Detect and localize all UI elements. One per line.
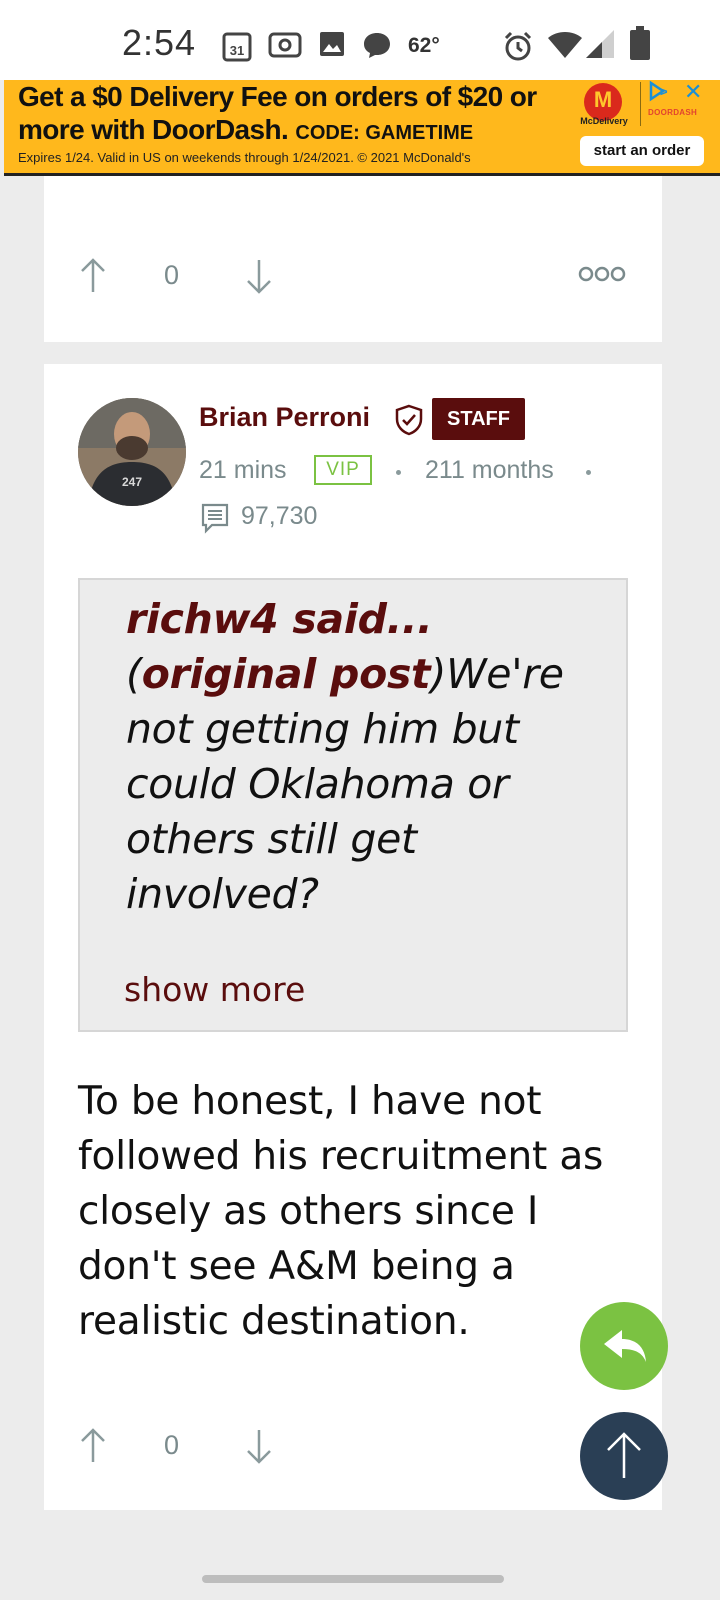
ad-fineprint: Expires 1/24. Valid in US on weekends th… <box>18 150 471 165</box>
svg-text:>: > <box>660 84 668 99</box>
more-options-icon[interactable] <box>578 264 626 284</box>
post-vote-row: 0 <box>44 1426 662 1466</box>
ad-divider <box>640 82 641 126</box>
status-temperature: 62° <box>408 34 440 57</box>
previous-post-card: 0 <box>44 176 662 342</box>
original-post-link[interactable]: original post <box>142 650 431 698</box>
wifi-icon <box>548 32 582 58</box>
ad-banner[interactable]: Get a $0 Delivery Fee on orders of $20 o… <box>4 80 720 176</box>
meta-separator-dot <box>586 470 591 475</box>
member-duration: 211 months <box>425 456 554 484</box>
calendar-day: 31 <box>230 43 244 58</box>
status-bar: 2:54 31 62° <box>0 0 720 80</box>
ad-promo-code: CODE: GAMETIME <box>295 122 474 144</box>
scroll-to-top-button[interactable] <box>580 1412 668 1500</box>
ad-mcdelivery-label: McDelivery <box>580 116 628 126</box>
svg-text:247: 247 <box>122 475 142 489</box>
ad-start-order-button[interactable]: start an order <box>580 136 704 166</box>
post-timestamp: 21 mins <box>199 456 287 484</box>
previous-post-vote-count: 0 <box>164 260 180 290</box>
arrow-up-icon <box>607 1432 641 1478</box>
author-name[interactable]: Brian Perroni <box>199 402 370 433</box>
quote-author[interactable]: richw4 said... <box>126 595 433 643</box>
ad-doordash-label: DOORDASH <box>648 108 698 117</box>
quote-block: richw4 said... (original post)We're not … <box>78 578 628 1032</box>
author-avatar[interactable]: 247 <box>78 398 186 506</box>
previous-post-vote-row: 0 <box>44 256 662 296</box>
calendar-icon: 31 <box>222 32 252 62</box>
ad-close-icon[interactable]: ✕ <box>684 80 702 105</box>
battery-icon <box>630 26 650 60</box>
avatar-photo: 247 <box>78 398 186 506</box>
reply-button[interactable] <box>580 1302 668 1390</box>
chat-bubble-icon <box>364 33 390 58</box>
signal-icon <box>586 30 614 58</box>
alarm-icon <box>504 31 532 61</box>
post-card: 247 Brian Perroni STAFF 21 mins VIP 211 … <box>44 364 662 1510</box>
reply-arrow-icon <box>604 1330 646 1362</box>
comments-icon <box>201 503 229 534</box>
status-time: 2:54 <box>122 22 197 63</box>
adchoices-icon[interactable]: > <box>648 80 678 102</box>
image-icon <box>320 32 344 56</box>
post-count: 97,730 <box>241 502 318 530</box>
post-body: To be honest, I have not followed his re… <box>78 1079 604 1344</box>
verified-shield-icon <box>395 404 423 436</box>
post-vote-count: 0 <box>164 1430 180 1460</box>
upvote-arrow-icon[interactable] <box>78 1426 108 1466</box>
radio-icon <box>268 32 302 58</box>
quote-content: richw4 said... (original post)We're not … <box>126 595 564 918</box>
vip-badge: VIP <box>314 455 372 485</box>
staff-badge: STAFF <box>432 398 525 440</box>
downvote-arrow-icon[interactable] <box>244 1426 274 1466</box>
meta-separator-dot <box>396 470 401 475</box>
gesture-nav-handle[interactable] <box>202 1575 504 1583</box>
show-more-link[interactable]: show more <box>124 970 305 1009</box>
downvote-arrow-icon[interactable] <box>244 256 274 296</box>
upvote-arrow-icon[interactable] <box>78 256 108 296</box>
ad-headline: Get a $0 Delivery Fee on orders of $20 o… <box>18 80 578 150</box>
